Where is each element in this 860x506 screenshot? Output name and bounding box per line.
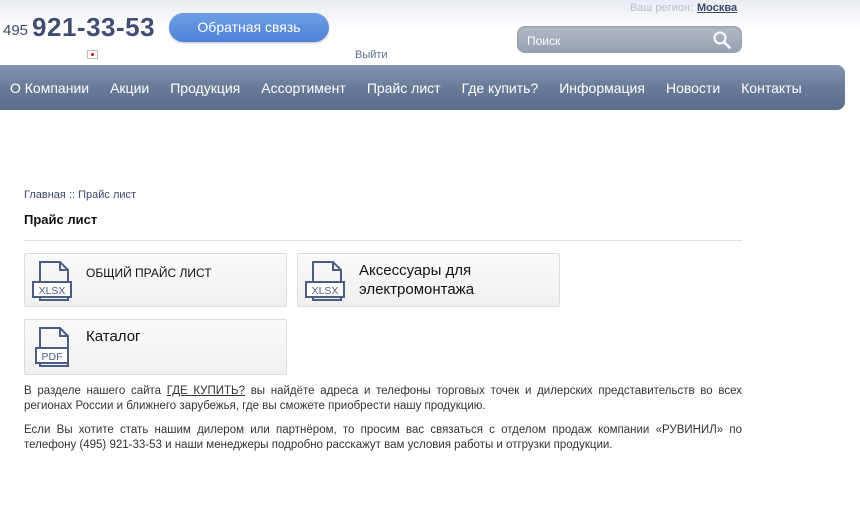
pdf-file-icon: PDF [35,327,69,367]
breadcrumb: Главная :: Прайс лист [24,189,136,201]
pdf-badge: PDF [42,351,63,363]
nav-item-assortment[interactable]: Ассортимент [261,80,346,96]
xlsx-badge: XLSX [39,285,66,297]
breadcrumb-separator: :: [68,189,76,201]
phone-main: 921-33-53 [32,12,156,42]
where-to-buy-link[interactable]: ГДЕ КУПИТЬ? [167,385,245,397]
xlsx-badge: XLSX [312,285,339,297]
catalog-card[interactable]: PDF Каталог [24,319,287,375]
card-label: Аксессуары для электромонтажа [359,261,474,299]
nav-item-company[interactable]: О Компании [10,80,89,96]
xlsx-file-icon: XLSX [32,261,72,301]
nav-item-where-to-buy[interactable]: Где купить? [462,80,539,96]
feedback-button[interactable]: Обратная связь [169,13,329,42]
search-box [517,26,742,53]
region-label: Ваш регион: [630,2,693,14]
paragraph-text: В разделе нашего сайта [24,385,162,397]
title-divider [24,240,742,241]
logout-link[interactable]: Выйти [355,49,388,61]
breadcrumb-home[interactable]: Главная [24,189,66,201]
card-label: ОБЩИЙ ПРАЙС ЛИСТ [86,266,212,280]
search-input[interactable] [525,30,709,51]
main-nav: О Компании Акции Продукция Ассортимент П… [0,65,845,110]
card-label: Каталог [86,328,141,345]
phone-prefix: 495 [3,22,29,39]
nav-item-promotions[interactable]: Акции [110,80,149,96]
phone-number: 495 921-33-53 [3,12,155,43]
card-label-line1: Аксессуары для [359,262,472,279]
card-label-line2: электромонтажа [359,281,475,298]
price-list-card-accessories[interactable]: XLSX Аксессуары для электромонтажа [297,253,560,307]
where-to-buy-paragraph: В разделе нашего сайта ГДЕ КУПИТЬ? вы на… [24,384,742,414]
nav-item-contacts[interactable]: Контакты [741,80,801,96]
xlsx-file-icon: XLSX [305,261,345,301]
region-city-link[interactable]: Москва [697,2,737,14]
price-list-card-general[interactable]: XLSX ОБЩИЙ ПРАЙС ЛИСТ [24,253,287,307]
nav-item-products[interactable]: Продукция [170,80,240,96]
breadcrumb-current[interactable]: Прайс лист [78,189,136,201]
japan-flag-icon[interactable] [87,50,98,59]
nav-item-price-list[interactable]: Прайс лист [367,80,441,96]
search-icon[interactable] [712,30,732,50]
nav-item-information[interactable]: Информация [559,80,645,96]
page-title: Прайс лист [24,212,98,227]
dealer-paragraph: Если Вы хотите стать нашим дилером или п… [24,424,742,451]
region-selector: Ваш регион: Москва [630,2,737,14]
nav-item-news[interactable]: Новости [666,80,720,96]
